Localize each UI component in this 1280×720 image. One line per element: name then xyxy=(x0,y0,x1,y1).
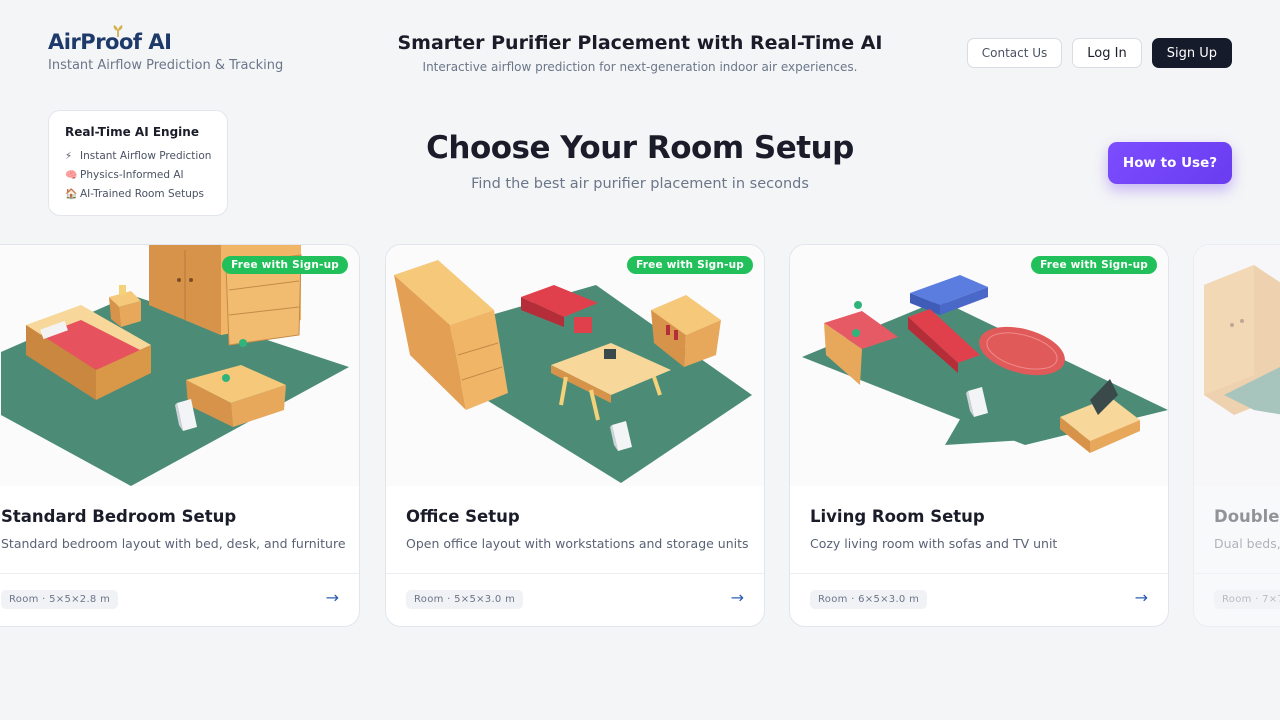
living-room-image: Free with Sign-up xyxy=(790,245,1168,486)
free-badge: Free with Sign-up xyxy=(1031,256,1157,274)
section-title: Choose Your Room Setup xyxy=(426,130,854,166)
card-title: Office Setup xyxy=(406,507,520,526)
office-room-image: Free with Sign-up xyxy=(386,245,764,486)
contact-us-button[interactable]: Contact Us xyxy=(966,38,1063,68)
login-button[interactable]: Log In xyxy=(1072,38,1142,68)
card-title: Double B xyxy=(1214,507,1280,526)
room-dimensions-tag: Room · 7×7 xyxy=(1214,590,1280,609)
bedroom-room-image: Free with Sign-up xyxy=(0,245,359,486)
card-divider xyxy=(386,573,764,574)
room-card-living-room[interactable]: Free with Sign-up Living Room Setup Cozy… xyxy=(789,244,1169,627)
signup-button[interactable]: Sign Up xyxy=(1151,38,1232,68)
card-description: Dual beds, w xyxy=(1214,536,1280,551)
card-divider xyxy=(790,573,1168,574)
section-heading: Choose Your Room Setup Find the best air… xyxy=(0,130,1280,192)
room-card-double-bedroom[interactable]: Double B Dual beds, w Room · 7×7 xyxy=(1193,244,1280,627)
arrow-right-icon[interactable]: → xyxy=(326,588,339,607)
room-card-office[interactable]: Free with Sign-up Office Setup Open offi… xyxy=(385,244,765,627)
card-title: Standard Bedroom Setup xyxy=(1,507,237,526)
card-description: Open office layout with workstations and… xyxy=(406,536,749,551)
arrow-right-icon[interactable]: → xyxy=(731,588,744,607)
section-subtitle: Find the best air purifier placement in … xyxy=(471,176,809,192)
free-badge: Free with Sign-up xyxy=(627,256,753,274)
card-divider xyxy=(0,573,359,574)
card-title: Living Room Setup xyxy=(810,507,985,526)
room-card-bedroom[interactable]: Free with Sign-up Standard Bedroom Setup… xyxy=(0,244,360,627)
header-actions: Contact Us Log In Sign Up xyxy=(966,38,1232,68)
room-dimensions-tag: Room · 6×5×3.0 m xyxy=(810,590,928,609)
room-dimensions-tag: Room · 5×5×2.8 m xyxy=(1,590,119,609)
how-to-use-button[interactable]: How to Use? xyxy=(1108,142,1232,184)
card-description: Standard bedroom layout with bed, desk, … xyxy=(1,536,346,551)
free-badge: Free with Sign-up xyxy=(222,256,348,274)
double-bedroom-image xyxy=(1194,245,1280,486)
arrow-right-icon[interactable]: → xyxy=(1135,588,1148,607)
card-description: Cozy living room with sofas and TV unit xyxy=(810,536,1058,551)
card-divider xyxy=(1194,573,1280,574)
room-dimensions-tag: Room · 5×5×3.0 m xyxy=(406,590,524,609)
